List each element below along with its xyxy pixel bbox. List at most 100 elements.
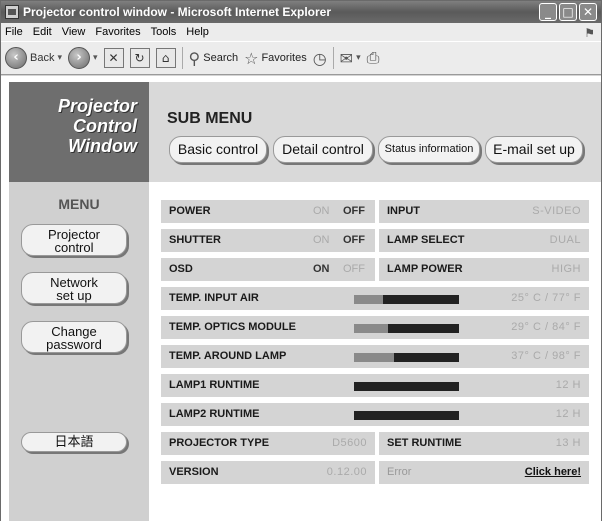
browser-window: Projector control window - Microsoft Int… [0,0,602,521]
status-row-input: INPUT S-VIDEO [379,200,589,223]
favorites-label: Favorites [261,52,307,64]
refresh-button[interactable]: ↻ [129,48,150,68]
status-row-temp-input-air: TEMP. INPUT AIR 25° C / 77° F [161,287,589,310]
menu-tools[interactable]: Tools [151,23,177,41]
close-button[interactable]: ✕ [579,3,597,21]
status-row-lamp-select: LAMP SELECT DUAL [379,229,589,252]
chevron-down-icon[interactable]: ▾ [57,53,62,63]
temperature-gauge [354,324,459,333]
toolbar-separator [332,47,334,69]
back-button[interactable]: ‹ Back ▾ [5,47,62,69]
sidebar-menu: MENU Projector control Network set up Ch… [9,182,149,521]
submenu-bar: SUB MENU Basic control Detail control St… [149,82,601,182]
search-icon: ⚲ [188,48,201,68]
home-button[interactable]: ⌂ [155,48,176,68]
row-label: SHUTTER [169,234,221,246]
row-label: LAMP SELECT [387,234,465,246]
forward-arrow-icon: › [68,47,90,69]
row-value: HIGH [551,263,581,275]
row-value: 0.12.00 [326,466,367,478]
favorites-button[interactable]: ☆ Favorites [244,49,307,68]
chevron-down-icon[interactable]: ▾ [93,53,98,63]
history-button[interactable]: ◷ [313,49,327,68]
row-label: VERSION [169,466,219,478]
runtime-gauge [354,382,459,391]
error-details-link[interactable]: Click here! [525,461,581,484]
detail-control-button[interactable]: Detail control [273,136,373,163]
row-label: SET RUNTIME [387,437,462,449]
forward-button[interactable]: › ▾ [68,47,98,69]
row-value: 13 H [555,437,581,449]
toolbar-separator [181,47,183,69]
brand-line1: Projector [57,96,137,116]
row-label: POWER [169,205,211,217]
menu-view[interactable]: View [62,23,86,41]
search-label: Search [203,52,239,64]
email-setup-button[interactable]: E-mail set up [485,136,583,163]
row-value: 12 H [555,379,581,391]
chevron-down-icon: ▾ [356,53,361,63]
title-bar: Projector control window - Microsoft Int… [1,1,601,23]
search-button[interactable]: ⚲ Search [189,49,239,68]
menu-favorites[interactable]: Favorites [95,23,140,41]
brand-panel: Projector Control Window [9,82,149,182]
print-button[interactable]: ⎙ [367,48,380,68]
page-content: Projector Control Window SUB MENU Basic … [1,76,601,521]
window-title: Projector control window - Microsoft Int… [23,5,332,19]
mail-button[interactable]: ✉ ▾ [340,49,361,68]
change-password-button[interactable]: Change password [21,321,127,353]
shutter-off-indicator: OFF [343,234,365,246]
maximize-button[interactable]: □ [559,3,577,21]
submenu-title: SUB MENU [167,110,253,127]
status-row-lamp-power: LAMP POWER HIGH [379,258,589,281]
basic-control-button[interactable]: Basic control [169,136,267,163]
status-row-lamp1-runtime: LAMP1 RUNTIME 12 H [161,374,589,397]
brand-logo: Projector Control Window [58,96,137,156]
status-row-temp-around-lamp: TEMP. AROUND LAMP 37° C / 98° F [161,345,589,368]
menu-edit[interactable]: Edit [33,23,52,41]
projector-control-button[interactable]: Projector control [21,224,127,256]
row-label: LAMP POWER [387,263,463,275]
status-row-version: VERSION 0.12.00 [161,461,375,484]
status-row-projector-type: PROJECTOR TYPE D5600 [161,432,375,455]
row-label: OSD [169,263,193,275]
brand-line2: Control [73,116,137,136]
status-table: POWER ON OFF INPUT S-VIDEO SHUTTER ON OF… [149,182,601,521]
row-label: Error [387,466,412,478]
menu-bar: File Edit View Favorites Tools Help ⚑ [1,23,601,41]
brand-line3: Window [68,136,137,156]
status-row-temp-optics-module: TEMP. OPTICS MODULE 29° C / 84° F [161,316,589,339]
row-label: TEMP. OPTICS MODULE [169,321,296,333]
row-label: PROJECTOR TYPE [169,437,270,449]
temperature-gauge-fill [354,324,388,333]
temperature-gauge [354,295,459,304]
japanese-language-button[interactable]: 日本語 [21,432,127,452]
temperature-gauge-fill [354,353,394,362]
row-label: LAMP2 RUNTIME [169,408,260,420]
star-icon: ☆ [244,48,259,68]
row-value: 37° C / 98° F [511,350,581,362]
row-value: 29° C / 84° F [511,321,581,333]
ie-app-icon [5,5,19,19]
stop-button[interactable]: ✕ [103,48,124,68]
power-on-indicator: ON [313,205,330,217]
minimize-button[interactable]: _ [539,3,557,21]
browser-toolbar: ‹ Back ▾ › ▾ ✕ ↻ ⌂ ⚲ Search ☆ Favorites … [1,41,601,75]
row-label: TEMP. INPUT AIR [169,292,259,304]
menu-file[interactable]: File [5,23,23,41]
temperature-gauge-fill [354,295,384,304]
network-setup-button[interactable]: Network set up [21,272,127,304]
status-row-error: Error Click here! [379,461,589,484]
button-label-line2: password [46,337,102,352]
menu-title: MENU [58,196,100,212]
menu-help[interactable]: Help [186,23,209,41]
row-value: 12 H [555,408,581,420]
temperature-gauge [354,353,459,362]
power-off-indicator: OFF [343,205,365,217]
printer-icon: ⎙ [366,48,380,67]
status-information-button[interactable]: Status information [378,136,480,163]
status-row-lamp2-runtime: LAMP2 RUNTIME 12 H [161,403,589,426]
status-row-shutter: SHUTTER ON OFF [161,229,375,252]
row-value: DUAL [549,234,581,246]
row-label: LAMP1 RUNTIME [169,379,260,391]
